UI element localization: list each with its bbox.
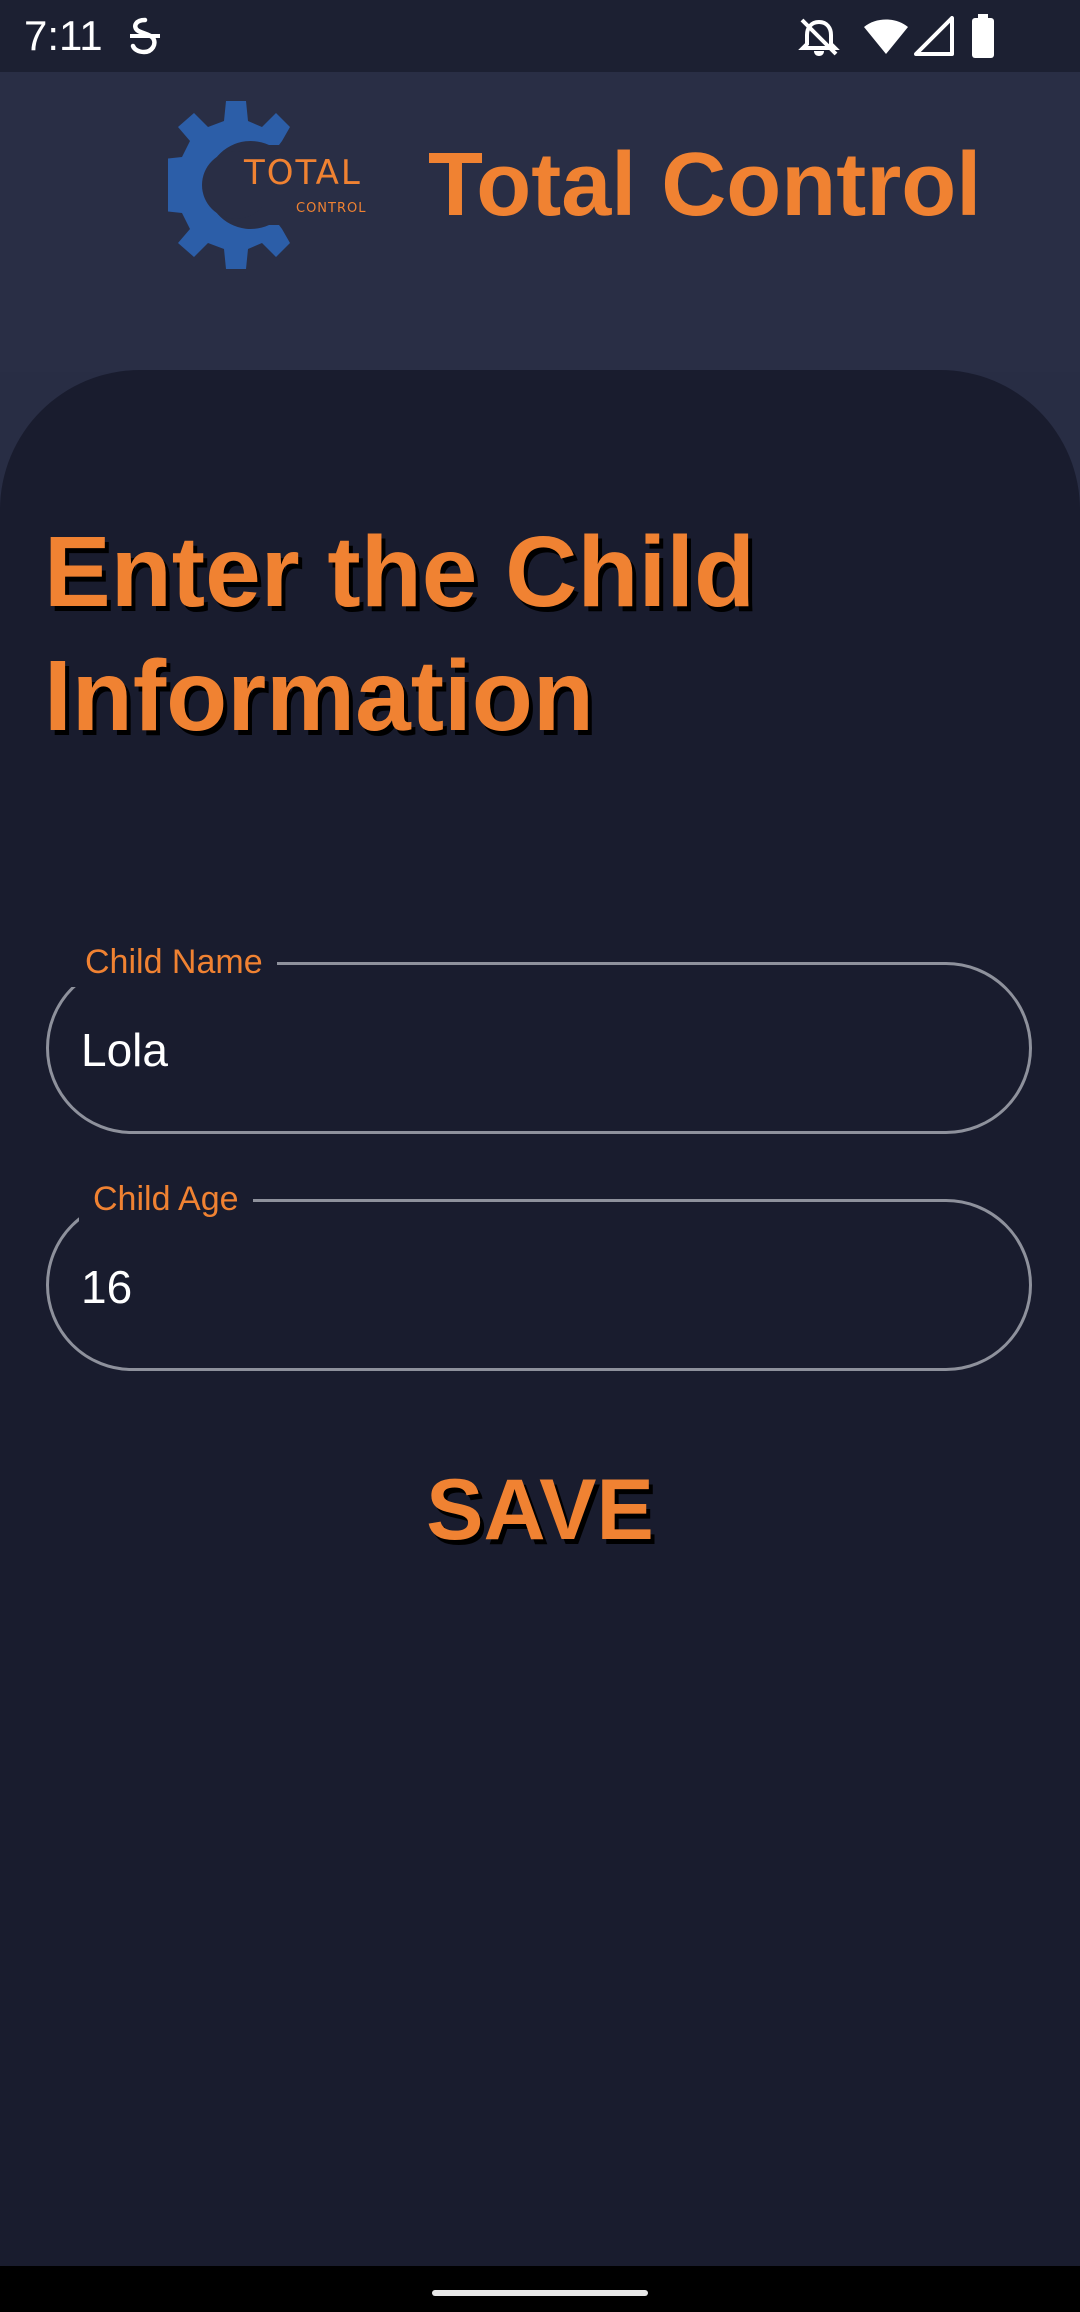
child-age-input[interactable] (81, 1252, 981, 1322)
total-control-logo: TOTAL CONTROL (168, 101, 366, 269)
status-bar: 7:11 (0, 0, 1080, 72)
child-name-input[interactable] (81, 1015, 981, 1085)
app-screen: 7:11 TOTAL CONTROL Total Control Enter t… (0, 0, 1080, 2312)
bell-off-icon (798, 18, 840, 56)
battery-icon (972, 14, 994, 58)
status-time: 7:11 (24, 12, 103, 59)
signal-icon (914, 16, 954, 56)
save-button[interactable]: SAVE (390, 1450, 690, 1570)
navigation-bar (0, 2266, 1080, 2312)
child-age-field[interactable]: Child Age (46, 1174, 1032, 1371)
notification-s-icon (130, 17, 160, 55)
wifi-icon (864, 19, 908, 54)
child-name-field[interactable]: Child Name (46, 937, 1032, 1134)
app-header: TOTAL CONTROL Total Control (0, 72, 1080, 372)
logo-word-control: CONTROL (296, 201, 366, 216)
app-title: Total Control (428, 135, 982, 235)
page-title: Enter the Child Information (44, 516, 756, 752)
logo-word-total: TOTAL (243, 153, 362, 193)
child-age-label: Child Age (79, 1174, 253, 1224)
home-gesture-handle[interactable] (432, 2290, 648, 2296)
child-info-form-panel: Enter the Child Information Child Name C… (0, 370, 1080, 2266)
child-name-label: Child Name (71, 937, 277, 987)
